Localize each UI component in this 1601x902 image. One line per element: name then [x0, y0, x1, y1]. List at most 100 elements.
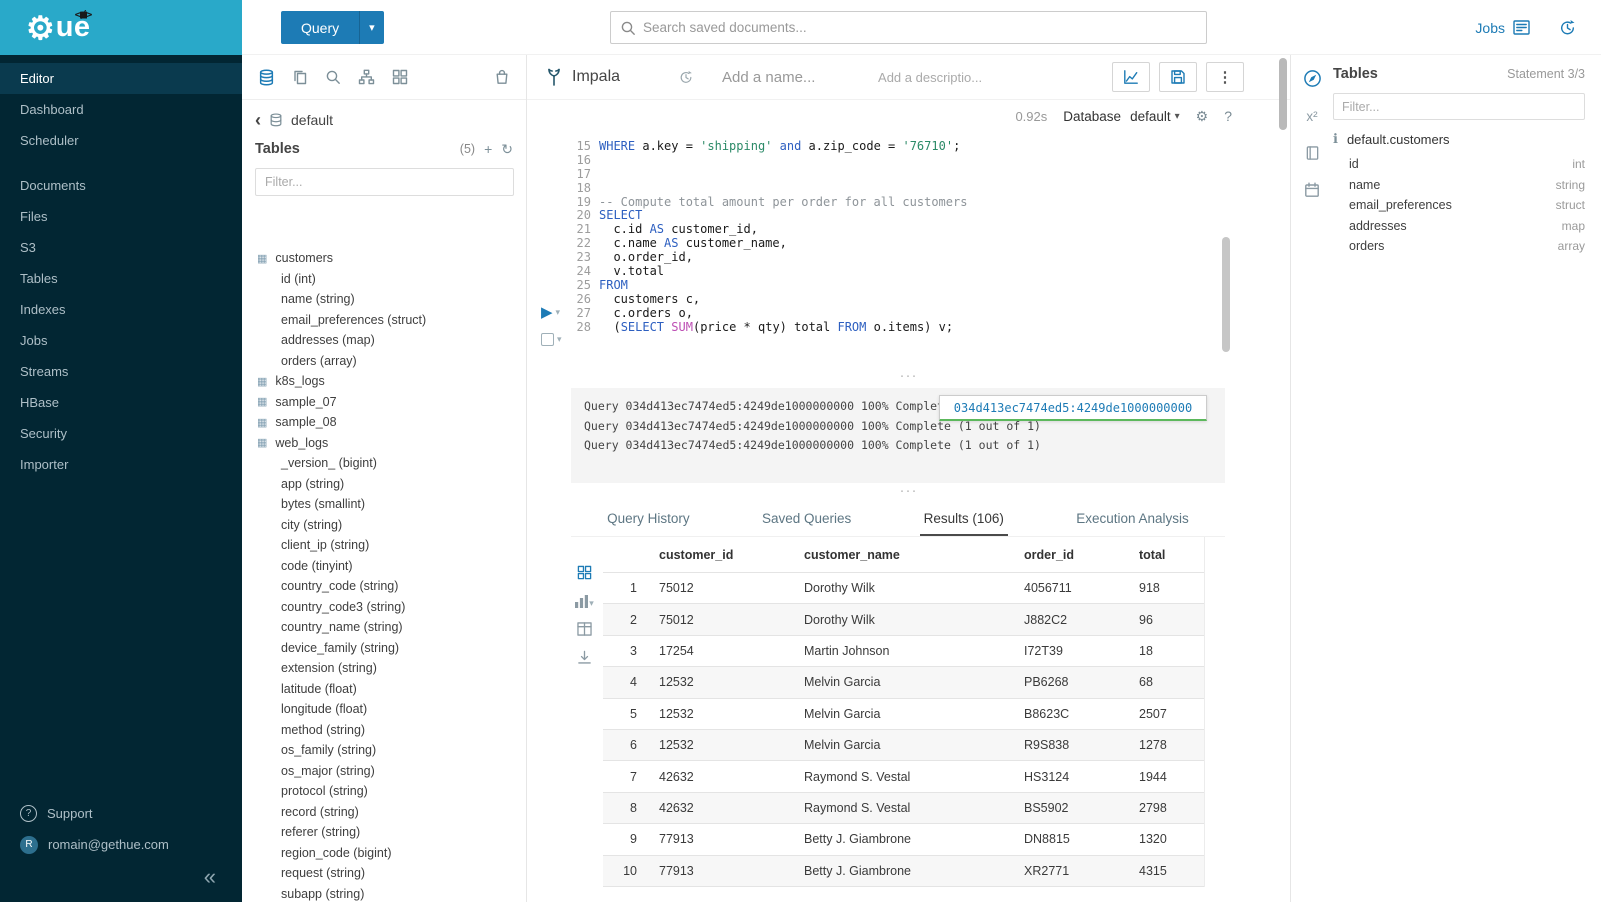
back-icon[interactable]: ‹ [255, 111, 261, 129]
column-header[interactable]: total [1131, 548, 1204, 562]
jobs-link[interactable]: Jobs [1475, 20, 1530, 36]
table-row[interactable]: 4 12532 Melvin Garcia PB6268 68 [603, 667, 1204, 698]
tree-item[interactable]: email_preferences (struct) [242, 310, 526, 331]
tree-item[interactable]: ▦ web_logs [242, 433, 526, 454]
sidebar-item[interactable]: ▩ HBase [0, 387, 242, 418]
query-description-input[interactable] [878, 70, 1003, 85]
sidebar-item[interactable]: ◫ Dashboard [0, 94, 242, 125]
tree-item[interactable]: record (string) [242, 802, 526, 823]
table-filter-input[interactable] [255, 168, 514, 196]
sidebar-item-user[interactable]: R romain@gethue.com [0, 829, 242, 860]
column-header[interactable]: order_id [1016, 548, 1131, 562]
table-row[interactable]: 5 12532 Melvin Garcia B8623C 2507 [603, 699, 1204, 730]
language-reference-icon[interactable] [1305, 145, 1320, 161]
table-row[interactable]: 6 12532 Melvin Garcia R9S838 1278 [603, 730, 1204, 761]
sidebar-item[interactable]: ◷ Scheduler [0, 125, 242, 156]
tree-item[interactable]: _version_ (bigint) [242, 453, 526, 474]
add-table-icon[interactable]: + [484, 142, 492, 156]
tree-item[interactable]: method (string) [242, 720, 526, 741]
sidebar-item[interactable]: ◉ Jobs [0, 325, 242, 356]
column-row[interactable]: addresses map [1333, 216, 1585, 237]
table-row[interactable]: 3 17254 Martin Johnson I72T39 18 [603, 636, 1204, 667]
apps-grid-icon[interactable] [392, 69, 408, 85]
sidebar-item[interactable]: ❐ Files [0, 201, 242, 232]
column-row[interactable]: orders array [1333, 236, 1585, 257]
tree-item[interactable]: subapp (string) [242, 884, 526, 902]
download-icon[interactable] [577, 650, 592, 665]
sidebar-item[interactable]: ▣ Security [0, 418, 242, 449]
table-row[interactable]: 8 42632 Raymond S. Vestal BS5902 2798 [603, 793, 1204, 824]
tree-item[interactable]: ▦ sample_08 [242, 412, 526, 433]
tree-item[interactable]: country_name (string) [242, 617, 526, 638]
snippet-history-icon[interactable] [678, 70, 694, 85]
editor-scrollbar[interactable] [1222, 237, 1230, 352]
right-filter-input[interactable] [1333, 93, 1585, 120]
documents-source-icon[interactable] [292, 69, 308, 85]
result-tab[interactable]: Query History [603, 503, 694, 536]
tree-item[interactable]: ▦ customers [242, 248, 526, 269]
tree-item[interactable]: extension (string) [242, 658, 526, 679]
hdfs-sitemap-icon[interactable] [358, 69, 375, 85]
search-input[interactable] [643, 20, 1197, 35]
column-header[interactable]: customer_name [796, 548, 1016, 562]
tree-item[interactable]: addresses (map) [242, 330, 526, 351]
query-button[interactable]: Query [281, 11, 359, 44]
tree-item[interactable]: latitude (float) [242, 679, 526, 700]
functions-icon[interactable]: x² [1306, 109, 1317, 124]
tree-item[interactable]: region_code (bigint) [242, 843, 526, 864]
execute-button[interactable]: ▶ [541, 305, 553, 320]
column-header[interactable]: customer_id [651, 548, 796, 562]
tree-item[interactable]: protocol (string) [242, 781, 526, 802]
database-value[interactable]: default [1130, 109, 1171, 124]
editor-assistant-icon[interactable] [1303, 69, 1322, 88]
column-row[interactable]: id int [1333, 154, 1585, 175]
active-table-row[interactable]: ℹ default.customers [1333, 124, 1585, 154]
result-tab[interactable]: Results (106) [920, 503, 1008, 536]
tree-item[interactable]: longitude (float) [242, 699, 526, 720]
query-id-tooltip[interactable]: 034d413ec7474ed5:4249de1000000000 [939, 395, 1207, 421]
resize-handle[interactable]: ··· [527, 486, 1290, 500]
schedule-icon[interactable] [1304, 182, 1320, 198]
tree-item[interactable]: client_ip (string) [242, 535, 526, 556]
sidebar-item[interactable]: ⇄ Importer [0, 449, 242, 480]
sql-databases-icon[interactable] [258, 69, 275, 86]
table-row[interactable]: 9 77913 Betty J. Giambrone DN8815 1320 [603, 824, 1204, 855]
tree-item[interactable]: os_family (string) [242, 740, 526, 761]
column-row[interactable]: email_preferences struct [1333, 195, 1585, 216]
tree-item[interactable]: id (int) [242, 269, 526, 290]
tree-item[interactable]: ▦ sample_07 [242, 392, 526, 413]
tree-item[interactable]: ▦ k8s_logs [242, 371, 526, 392]
tree-item[interactable]: name (string) [242, 289, 526, 310]
chart-view-icon[interactable]: ▾ [574, 594, 594, 608]
result-tab[interactable]: Execution Analysis [1072, 503, 1193, 536]
grid-view-icon[interactable] [577, 565, 592, 580]
chart-button[interactable] [1112, 62, 1150, 92]
resize-handle[interactable]: ··· [527, 371, 1290, 385]
query-history-icon[interactable] [1558, 19, 1577, 37]
settings-gear-icon[interactable]: ⚙ [1196, 108, 1209, 125]
result-tab[interactable]: Saved Queries [758, 503, 855, 536]
tree-item[interactable]: request (string) [242, 863, 526, 884]
tree-item[interactable]: os_major (string) [242, 761, 526, 782]
tree-item[interactable]: orders (array) [242, 351, 526, 372]
storage-bag-icon[interactable] [494, 69, 510, 85]
sidebar-item[interactable]: ◎ Indexes [0, 294, 242, 325]
sidebar-collapse-button[interactable]: « [204, 866, 216, 888]
tree-item[interactable]: device_family (string) [242, 638, 526, 659]
table-row[interactable]: 10 77913 Betty J. Giambrone XR2771 4315 [603, 856, 1204, 887]
database-selector[interactable]: Database default ▾ [1063, 109, 1179, 124]
tree-item[interactable]: code (tinyint) [242, 556, 526, 577]
tree-item[interactable]: country_code (string) [242, 576, 526, 597]
code-lines[interactable]: WHERE a.key = 'shipping' and a.zip_code … [599, 140, 1214, 334]
table-row[interactable]: 2 75012 Dorothy Wilk J882C2 96 [603, 604, 1204, 635]
execute-options-caret-icon[interactable]: ▾ [556, 308, 561, 317]
hue-logo[interactable]: ⚙ ue [0, 0, 242, 55]
info-icon[interactable]: ℹ [1333, 131, 1338, 147]
tree-item[interactable]: country_code3 (string) [242, 597, 526, 618]
refresh-icon[interactable]: ↻ [501, 142, 513, 156]
sidebar-item-support[interactable]: ? Support [0, 798, 242, 829]
tree-item[interactable]: city (string) [242, 515, 526, 536]
columns-icon[interactable] [577, 622, 592, 636]
column-row[interactable]: name string [1333, 175, 1585, 196]
main-scrollbar[interactable] [1279, 58, 1287, 130]
